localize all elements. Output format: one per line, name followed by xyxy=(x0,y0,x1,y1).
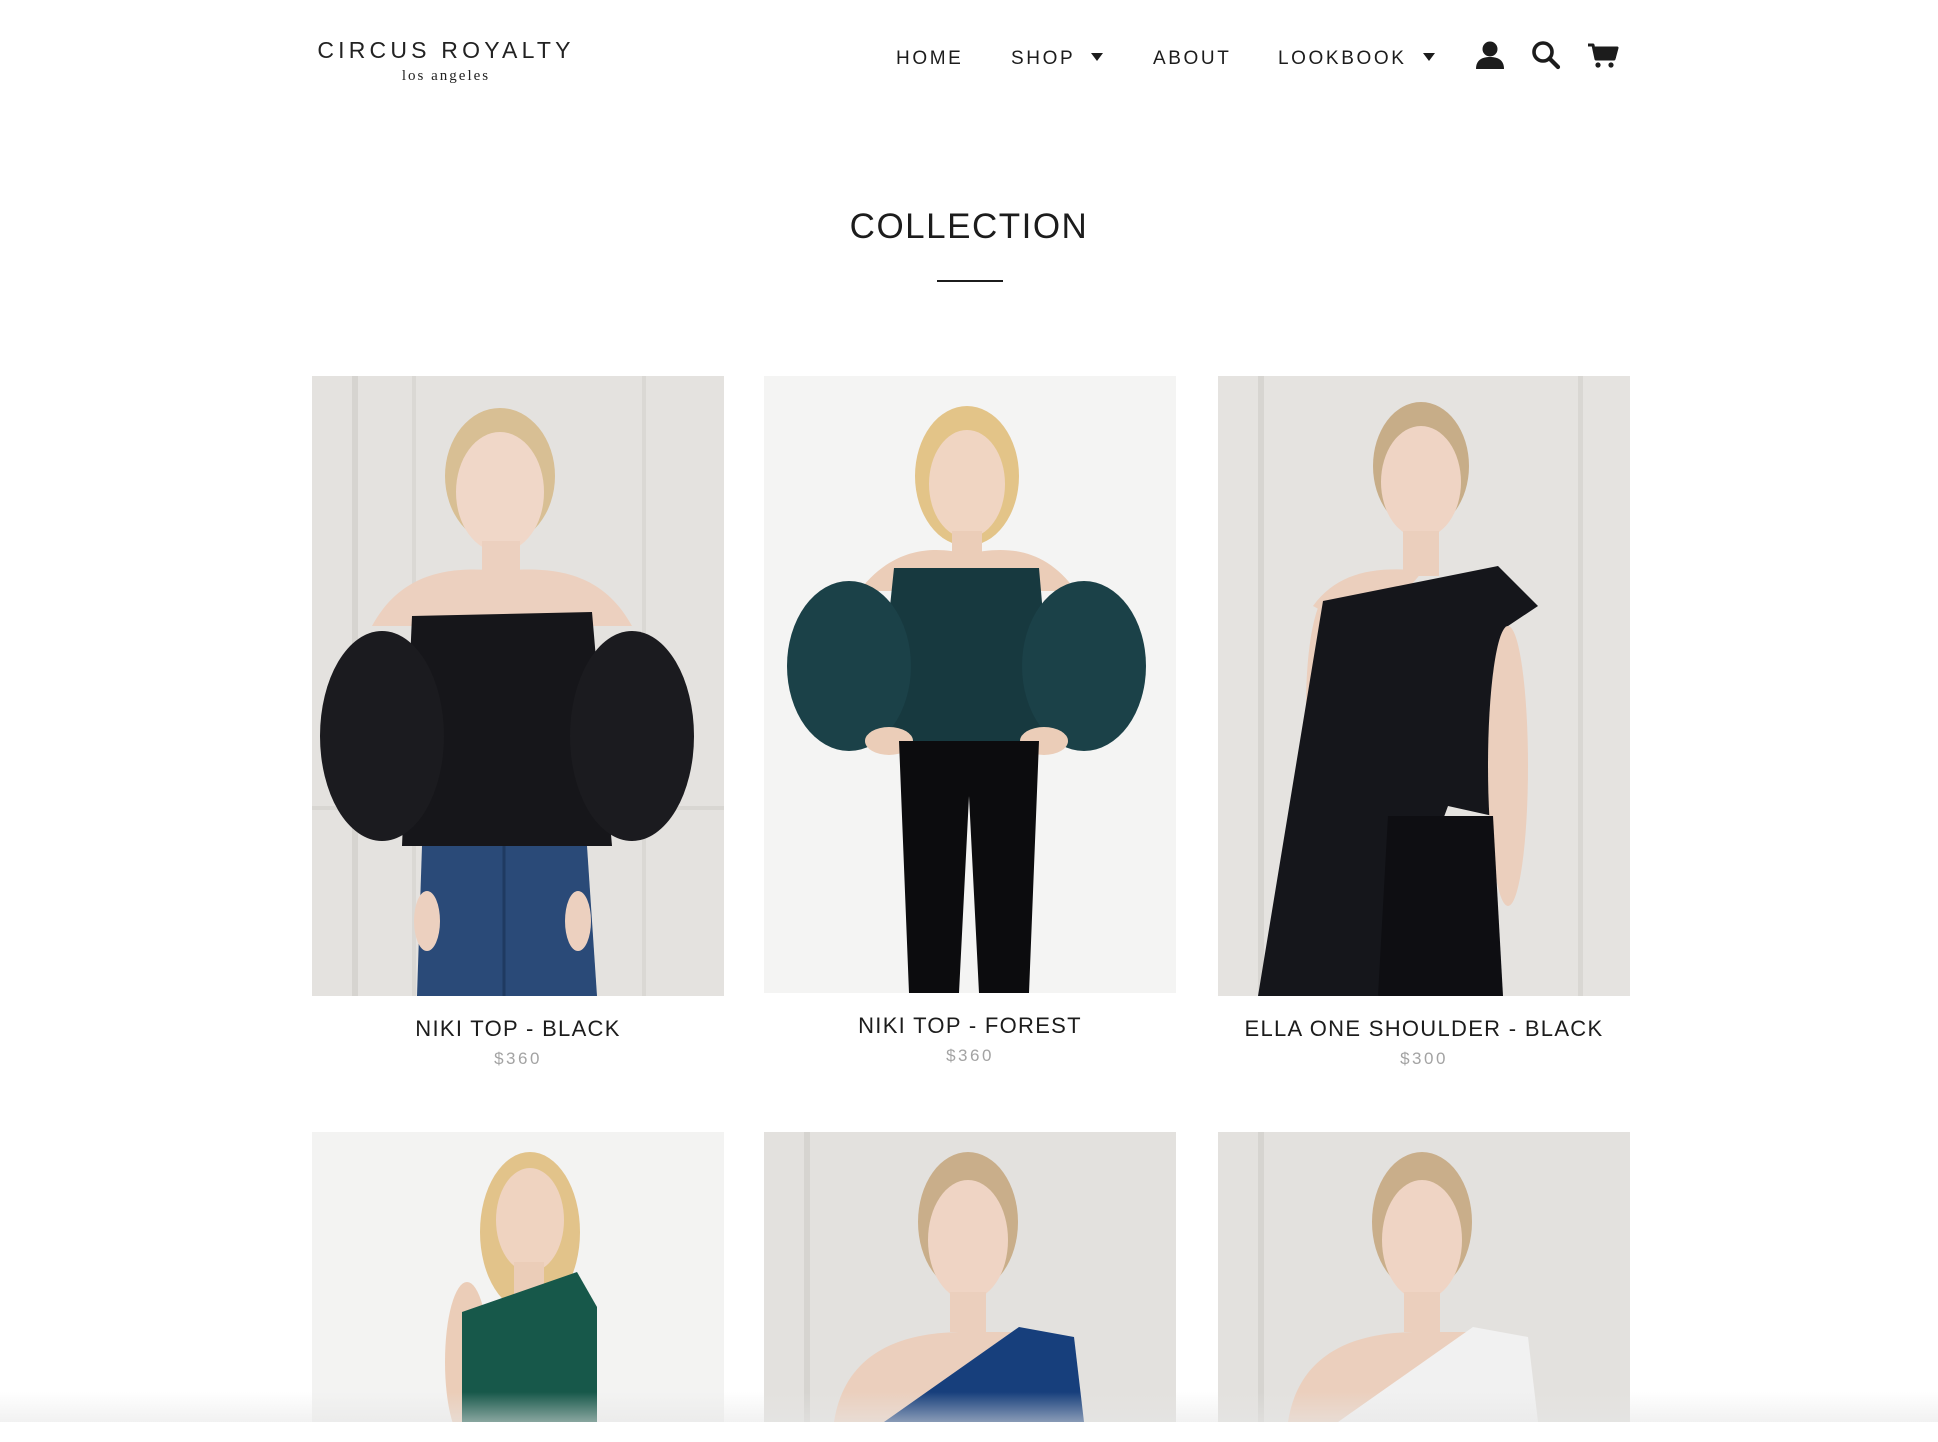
product-price: $360 xyxy=(494,1049,542,1068)
product-card[interactable] xyxy=(1218,1132,1630,1442)
product-name[interactable]: ELLA ONE SHOULDER - BLACK xyxy=(1218,1016,1630,1042)
nav-item-label: SHOP xyxy=(1011,48,1076,69)
nav-item-about[interactable]: ABOUT xyxy=(1153,44,1231,74)
chevron-down-icon xyxy=(1091,53,1104,61)
product-card[interactable] xyxy=(764,1132,1176,1442)
product-card[interactable]: ELLA ONE SHOULDER - BLACK $300 xyxy=(1218,376,1630,1070)
nav-item-home[interactable]: HOME xyxy=(896,44,963,74)
product-card[interactable]: NIKI TOP - FOREST $360 xyxy=(764,376,1176,1067)
product-name[interactable]: NIKI TOP - BLACK xyxy=(312,1016,724,1042)
product-image[interactable] xyxy=(764,1132,1176,1422)
product-image[interactable] xyxy=(312,1132,724,1422)
product-card[interactable]: NIKI TOP - BLACK $360 xyxy=(312,376,724,1070)
product-card[interactable] xyxy=(312,1132,724,1442)
product-image[interactable] xyxy=(1218,376,1630,996)
product-price: $300 xyxy=(1400,1049,1448,1068)
product-image[interactable] xyxy=(312,376,724,996)
cart-icon[interactable] xyxy=(1586,38,1620,72)
product-name[interactable]: NIKI TOP - FOREST xyxy=(764,1013,1176,1039)
nav-item-label: HOME xyxy=(896,48,964,69)
page-title: COLLECTION xyxy=(849,207,1089,246)
nav-item-shop[interactable]: SHOP xyxy=(1011,44,1104,74)
nav-item-lookbook[interactable]: LOOKBOOK xyxy=(1278,44,1435,74)
title-divider xyxy=(937,280,1003,282)
site-logo[interactable]: CIRCUS ROYALTY los angeles xyxy=(310,36,582,86)
product-image[interactable] xyxy=(764,376,1176,993)
search-icon[interactable] xyxy=(1529,38,1563,72)
nav-item-label: ABOUT xyxy=(1153,48,1232,69)
logo-wordmark: CIRCUS ROYALTY xyxy=(317,37,575,63)
chevron-down-icon xyxy=(1422,53,1435,61)
nav-item-label: LOOKBOOK xyxy=(1278,48,1407,69)
logo-tagline: los angeles xyxy=(401,68,491,84)
product-price: $360 xyxy=(946,1046,994,1065)
account-icon[interactable] xyxy=(1473,38,1507,72)
product-image[interactable] xyxy=(1218,1132,1630,1422)
